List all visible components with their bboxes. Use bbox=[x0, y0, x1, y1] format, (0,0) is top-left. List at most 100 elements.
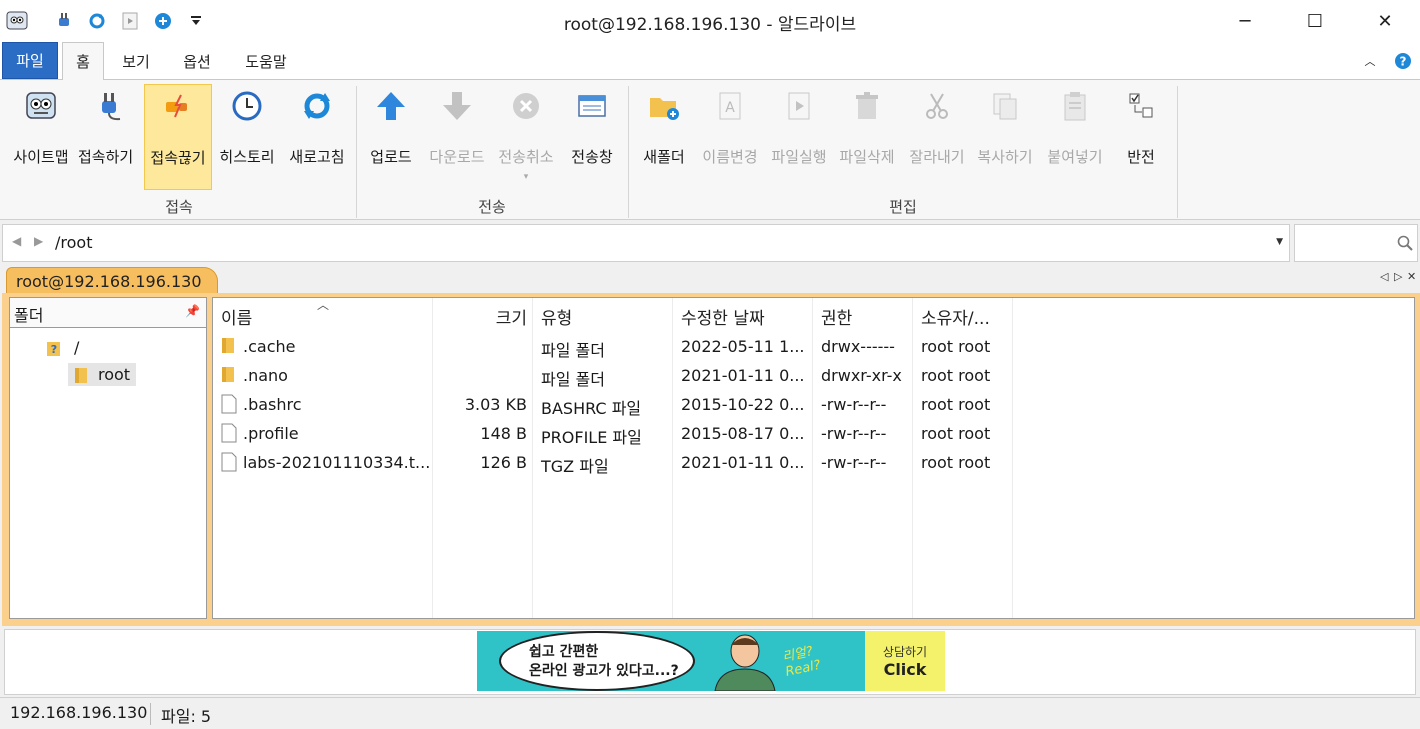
folder-icon bbox=[221, 336, 235, 358]
tab-view[interactable]: 보기 bbox=[112, 42, 160, 80]
table-row[interactable]: .cache 파일 폴더 2022-05-11 1... drwx------ … bbox=[213, 333, 1013, 362]
status-bar: 192.168.196.130 파일: 5 bbox=[0, 697, 1420, 729]
column-header-name[interactable]: 이름 bbox=[221, 298, 252, 330]
session-tab[interactable]: root@192.168.196.130 bbox=[6, 267, 218, 295]
collapse-ribbon-icon[interactable]: ︿ bbox=[1360, 42, 1380, 80]
tab-home[interactable]: 홈 bbox=[62, 42, 104, 80]
address-path[interactable]: /root bbox=[55, 233, 92, 252]
delete-file-button[interactable]: 파일삭제 bbox=[834, 84, 900, 190]
file-modified: 2022-05-11 1... bbox=[681, 337, 805, 356]
ad-sticker: 리얼? Real? bbox=[781, 644, 823, 680]
sort-ascending-icon: ︿ bbox=[317, 298, 330, 312]
refresh-icon bbox=[299, 88, 335, 124]
maximize-icon[interactable]: ☐ bbox=[1280, 0, 1350, 42]
disconnect-button[interactable]: 접속끊기 bbox=[144, 84, 212, 190]
transfer-window-button[interactable]: 전송창 bbox=[564, 84, 620, 190]
column-header-size[interactable]: 크기 bbox=[433, 298, 527, 330]
tab-next-icon[interactable]: ▷ bbox=[1394, 270, 1402, 283]
file-owner: root root bbox=[921, 395, 991, 414]
close-icon[interactable]: ✕ bbox=[1350, 0, 1420, 42]
group-separator bbox=[1177, 86, 1178, 218]
help-icon[interactable]: ? bbox=[1392, 42, 1414, 80]
paste-button[interactable]: 붙여넣기 bbox=[1042, 84, 1108, 190]
window-icon bbox=[574, 88, 610, 124]
tree-node-root[interactable]: root bbox=[68, 363, 137, 386]
run-file-icon bbox=[781, 88, 817, 124]
back-icon[interactable]: ◀ bbox=[12, 234, 21, 248]
upload-button[interactable]: 업로드 bbox=[362, 84, 420, 190]
group-transfer-label: 전송 bbox=[478, 198, 506, 216]
table-row[interactable]: .nano 파일 폴더 2021-01-11 0... drwxr-xr-x r… bbox=[213, 362, 1013, 391]
file-permissions: -rw-r--r-- bbox=[821, 395, 887, 414]
disconnect-label: 접속끊기 bbox=[150, 149, 206, 167]
refresh-button[interactable]: 새로고침 bbox=[284, 84, 350, 190]
ad-line2: 온라인 광고가 있다고...? bbox=[529, 663, 679, 679]
file-size: 126 B bbox=[480, 453, 527, 472]
download-button[interactable]: 다운로드 bbox=[424, 84, 490, 190]
pin-icon[interactable]: 📌 bbox=[185, 304, 200, 318]
column-header-type[interactable]: 유형 bbox=[541, 298, 572, 330]
file-type: 파일 폴더 bbox=[541, 370, 605, 389]
tree-node-root-dir[interactable]: ? / bbox=[46, 338, 79, 357]
column-header-modified[interactable]: 수정한 날짜 bbox=[681, 298, 765, 330]
invert-selection-button[interactable]: 반전 bbox=[1116, 84, 1166, 190]
session-tab-bar: root@192.168.196.130 ◁ ▷ ✕ bbox=[0, 264, 1420, 295]
ad-banner[interactable]: 쉽고 간편한 온라인 광고가 있다고...? 리얼? Real? 상담하기 Cl… bbox=[477, 631, 945, 691]
chevron-down-icon[interactable]: ▼ bbox=[1276, 237, 1283, 247]
table-row[interactable]: .profile 148 B PROFILE 파일 2015-08-17 0..… bbox=[213, 420, 1013, 449]
table-row[interactable]: .bashrc 3.03 KB BASHRC 파일 2015-10-22 0..… bbox=[213, 391, 1013, 420]
search-input[interactable] bbox=[1294, 224, 1418, 262]
tab-file[interactable]: 파일 bbox=[2, 42, 58, 79]
file-icon bbox=[221, 394, 237, 418]
new-folder-label: 새폴더 bbox=[643, 148, 685, 166]
connect-button[interactable]: 접속하기 bbox=[78, 84, 142, 190]
sitemap-button[interactable]: 사이트맵 bbox=[6, 84, 76, 190]
invert-selection-label: 반전 bbox=[1127, 148, 1155, 166]
column-header-permissions[interactable]: 권한 bbox=[821, 298, 852, 330]
group-separator bbox=[628, 86, 629, 218]
copy-button[interactable]: 복사하기 bbox=[972, 84, 1038, 190]
unknown-folder-icon: ? bbox=[47, 341, 60, 356]
file-permissions: -rw-r--r-- bbox=[821, 424, 887, 443]
file-size: 3.03 KB bbox=[464, 395, 527, 414]
column-header-owner[interactable]: 소유자/... bbox=[921, 298, 990, 330]
folder-pane-header: 폴더 📌 bbox=[10, 298, 206, 328]
forward-icon[interactable]: ▶ bbox=[34, 234, 43, 248]
new-folder-button[interactable]: 새폴더 bbox=[636, 84, 692, 190]
copy-icon bbox=[987, 88, 1023, 124]
execute-file-button[interactable]: 파일실행 bbox=[766, 84, 832, 190]
ad-speech-bubble: 쉽고 간편한 온라인 광고가 있다고...? bbox=[499, 631, 695, 691]
tab-help[interactable]: 도움말 bbox=[234, 42, 298, 80]
file-name: .profile bbox=[243, 424, 299, 443]
ad-cta[interactable]: 상담하기 Click bbox=[865, 631, 945, 691]
tab-prev-icon[interactable]: ◁ bbox=[1380, 270, 1388, 283]
chevron-down-icon[interactable]: ▾ bbox=[524, 172, 529, 182]
history-button[interactable]: 히스토리 bbox=[214, 84, 280, 190]
tab-close-icon[interactable]: ✕ bbox=[1407, 270, 1416, 283]
svg-text:?: ? bbox=[1400, 55, 1407, 69]
file-owner: root root bbox=[921, 366, 991, 385]
minimize-icon[interactable]: ─ bbox=[1210, 0, 1280, 42]
cut-button[interactable]: 잘라내기 bbox=[904, 84, 970, 190]
group-edit-label: 편집 bbox=[889, 198, 917, 216]
file-list-pane: 이름 ︿ 크기 유형 수정한 날짜 권한 소유자/... .cache 파일 폴… bbox=[212, 297, 1415, 619]
folder-tree-pane: 폴더 📌 ? / root bbox=[9, 297, 207, 619]
trash-icon bbox=[849, 88, 885, 124]
file-owner: root root bbox=[921, 424, 991, 443]
tab-options[interactable]: 옵션 bbox=[172, 42, 222, 80]
file-icon bbox=[221, 452, 237, 476]
connect-label: 접속하기 bbox=[78, 148, 134, 166]
address-bar[interactable]: ◀ ▶ /root ▼ bbox=[2, 224, 1290, 262]
upload-label: 업로드 bbox=[370, 148, 412, 166]
rename-button[interactable]: A 이름변경 bbox=[698, 84, 762, 190]
cancel-transfer-button[interactable]: 전송취소 ▾ bbox=[494, 84, 558, 190]
file-owner: root root bbox=[921, 337, 991, 356]
folder-icon bbox=[221, 365, 235, 387]
search-icon[interactable] bbox=[1397, 235, 1413, 251]
table-row[interactable]: labs-202101110334.t... 126 B TGZ 파일 2021… bbox=[213, 449, 1013, 478]
folder-pane-title: 폴더 bbox=[14, 306, 44, 325]
cancel-icon bbox=[508, 88, 544, 124]
ad-line1: 쉽고 간편한 bbox=[529, 644, 599, 660]
file-type: TGZ 파일 bbox=[541, 457, 609, 476]
file-modified: 2015-10-22 0... bbox=[681, 395, 805, 414]
